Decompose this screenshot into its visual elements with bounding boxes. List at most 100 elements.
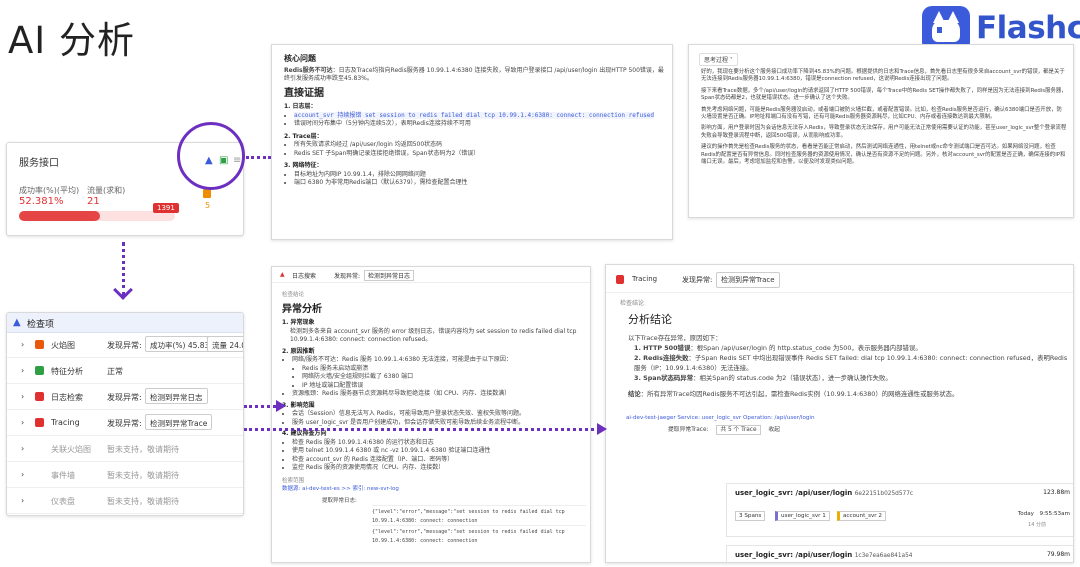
check-status: 发现异常:	[107, 341, 142, 350]
collapse-toggle[interactable]: 收起	[768, 427, 780, 433]
log-line: {"level":"error","message":"set session …	[372, 505, 586, 525]
list-item: 检查 Redis 服务 10.99.1.4:6380 的运行状态和日志	[292, 439, 586, 448]
checklist-title: 检查项	[27, 320, 55, 330]
check-status: 暂未支持，敬请期待	[107, 497, 179, 506]
analysis-status: 发现异常:	[334, 273, 361, 280]
connector-line	[244, 428, 600, 431]
check-name: 事件墙	[51, 471, 75, 480]
chevron-right-icon[interactable]: ›	[21, 470, 24, 479]
trace-time: 9:55:53am	[1039, 511, 1070, 517]
finding-chip[interactable]: 检测到异常日志	[145, 388, 208, 404]
log-line: {"level":"error","message":"set session …	[372, 525, 586, 545]
checklist-row[interactable]: › 关联火焰图 暂未支持，敬请期待	[7, 437, 243, 462]
conclusion-chip[interactable]: 检测到异常Trace	[716, 272, 780, 288]
trace-card[interactable]: user_logic_svr: /api/user/login 1c3e7ea6…	[726, 545, 1073, 562]
count-badge: 1391	[153, 203, 179, 213]
thinking-toggle[interactable]: 思考过程 ˅	[699, 53, 738, 66]
analysis-source: 日志搜索	[292, 273, 317, 280]
evidence-item: 所有失败请求均经过 /api/user/login 均返回500状态码	[294, 141, 664, 150]
service-chip: account_svr 2	[837, 511, 886, 521]
chevron-right-icon[interactable]: ›	[21, 444, 24, 453]
evidence-item: 端口 6380 为非常用Redis端口（默认6379），需检查配置合理性	[294, 179, 664, 188]
conclusion-point: 2. Redis连接失败：子Span Redis SET 中均出现错误事件 Re…	[634, 354, 1068, 372]
trace-age: 14 分前	[1028, 522, 1046, 528]
conclusion-heading: 分析结论	[628, 313, 672, 326]
check-name: 特征分析	[51, 367, 83, 376]
connector-line	[244, 405, 276, 408]
warning-icon: ▲	[280, 271, 285, 278]
list-item: IP 地址或端口配置错误	[302, 382, 586, 391]
log-analysis-panel: ▲ 日志搜索 发现异常: 检测到异常日志 检查结论 异常分析 1. 异常现象 检…	[271, 266, 591, 563]
trace-count-chip: 共 5 个 Trace	[716, 425, 761, 435]
datasource-link[interactable]: 数据源: ai-dev-test-es >> 索引: new-svr-log	[282, 485, 586, 494]
search-scope-label: 检索范围	[282, 477, 305, 484]
extract-log-label: 提取异常日志:	[322, 497, 357, 504]
alert-icon	[203, 189, 211, 198]
checklist-row[interactable]: › 火焰图 发现异常:成功率(%) 45.83流量 24.00	[7, 333, 243, 358]
finding-chip[interactable]: 检测到异常Trace	[145, 414, 213, 430]
finding-chip[interactable]: 成功率(%) 45.83	[145, 336, 215, 352]
list-item: 使用 telnet 10.99.1.4 6380 或 nc -vz 10.99.…	[292, 447, 586, 456]
section-title: 4. 建议排查方向	[282, 430, 327, 437]
highlight-circle	[177, 122, 245, 190]
network-section-title: 3. 网络特征：	[284, 162, 323, 169]
trace-conclusion-panel: Tracing 发现异常: 检测到异常Trace 检查结论 分析结论 以下Tra…	[605, 264, 1074, 563]
checklist-row[interactable]: › Tracing 发现异常: 检测到异常Trace	[7, 411, 243, 436]
success-rate-bar-fill	[19, 211, 101, 221]
trace-duration: 123.88m	[1043, 489, 1070, 496]
status-icon	[35, 392, 44, 401]
check-name: 关联火焰图	[51, 445, 91, 454]
list-item: 网络/服务不可达：Redis 服务 10.99.1.4:6380 无法连接，可能…	[292, 356, 586, 365]
finding-chip[interactable]: 流量 24.00	[207, 336, 243, 352]
trace-title: user_logic_svr: /api/user/login 1c3e7ea6…	[735, 551, 913, 559]
thinking-paragraph: 影响方面，用户登录时因为会话信息无法存入Redis，导致登录状态无法保存，用户可…	[701, 125, 1067, 139]
breadcrumb: 检查结论	[282, 292, 305, 298]
card-title: 服务接口	[19, 158, 59, 169]
evidence-item: 错误时间分布集中（5分钟内连续5次），表明Redis连接持续不可用	[294, 120, 664, 129]
list-item: 检查 account_svr 的 Redis 连接配置（IP、端口、密码等）	[292, 456, 586, 465]
status-icon	[35, 366, 44, 375]
chevron-right-icon[interactable]: ›	[21, 496, 24, 505]
traffic-label: 流量(求和)	[87, 186, 126, 195]
checklist-row[interactable]: › 日志检索 发现异常: 检测到异常日志	[7, 385, 243, 410]
traffic-value: 21	[87, 196, 100, 207]
trace-card[interactable]: user_logic_svr: /api/user/login 6e22151b…	[726, 483, 1073, 537]
thinking-paragraph: 首先考虑网络问题，可能是Redis服务器没启动，或者端口被防火墙拦截，或者配置错…	[701, 106, 1062, 121]
chevron-right-icon[interactable]: ›	[21, 418, 24, 427]
trace-source-link[interactable]: ai-dev-test-jaeger Service: user_logic_s…	[626, 413, 1068, 423]
evidence-item: 目标地址为内网IP 10.99.1.4，排除公网网络问题	[294, 171, 664, 180]
trace-day: Today	[1017, 511, 1034, 517]
success-rate-bar	[19, 211, 175, 221]
check-status: 正常	[107, 367, 123, 376]
checklist-row[interactable]: › 事件墙 暂未支持，敬请期待	[7, 463, 243, 488]
arrow-right-icon	[597, 423, 607, 435]
trace-duration: 79.98m	[1046, 551, 1070, 558]
section-title: 1. 异常现象	[282, 319, 315, 326]
check-name: 火焰图	[51, 341, 75, 350]
check-status: 发现异常:	[107, 393, 142, 402]
check-name: 日志检索	[51, 393, 83, 402]
checklist-row[interactable]: › 特征分析 正常	[7, 359, 243, 384]
trace-section-title: 2. Trace层：	[284, 132, 323, 140]
chevron-right-icon[interactable]: ›	[21, 340, 24, 349]
arrow-right-icon	[276, 400, 286, 412]
chevron-right-icon[interactable]: ›	[21, 366, 24, 375]
list-item: 监控 Redis 服务的资源使用情况（CPU、内存、连接数）	[292, 464, 586, 473]
direct-evidence-heading: 直接证据	[284, 87, 324, 99]
check-name: 仪表盘	[51, 497, 75, 506]
trace-title: user_logic_svr: /api/user/login 6e22151b…	[735, 489, 914, 497]
check-status: 发现异常:	[107, 419, 142, 428]
section-title: 3. 影响范围	[282, 401, 315, 409]
thinking-paragraph: 建议的操作首先是检查Redis服务的状态，看看是否能正常启动，然后测试网络连通性…	[701, 144, 1066, 166]
breadcrumb: 检查结论	[620, 300, 645, 307]
chevron-right-icon[interactable]: ›	[21, 392, 24, 401]
thinking-paragraph: 接下来看Trace数据，多个/api/user/login的请求返回了HTTP …	[701, 87, 1067, 102]
connector-line	[246, 156, 271, 159]
evidence-item: Redis SET 子Span明确记录连接拒绝错误，Span状态码为2（错误）	[294, 150, 664, 159]
analysis-chip[interactable]: 检测到异常日志	[364, 270, 415, 281]
checklist-row[interactable]: › 仪表盘 暂未支持，敬请期待	[7, 489, 243, 514]
evidence-item: account_svr 持续报错 set session to redis fa…	[294, 111, 664, 121]
arrow-down-icon	[113, 280, 133, 300]
logs-section-title: 1. 日志层：	[284, 103, 317, 110]
conclusion-point: 1. HTTP 500错误：根Span /api/user/login 的 ht…	[634, 344, 922, 352]
